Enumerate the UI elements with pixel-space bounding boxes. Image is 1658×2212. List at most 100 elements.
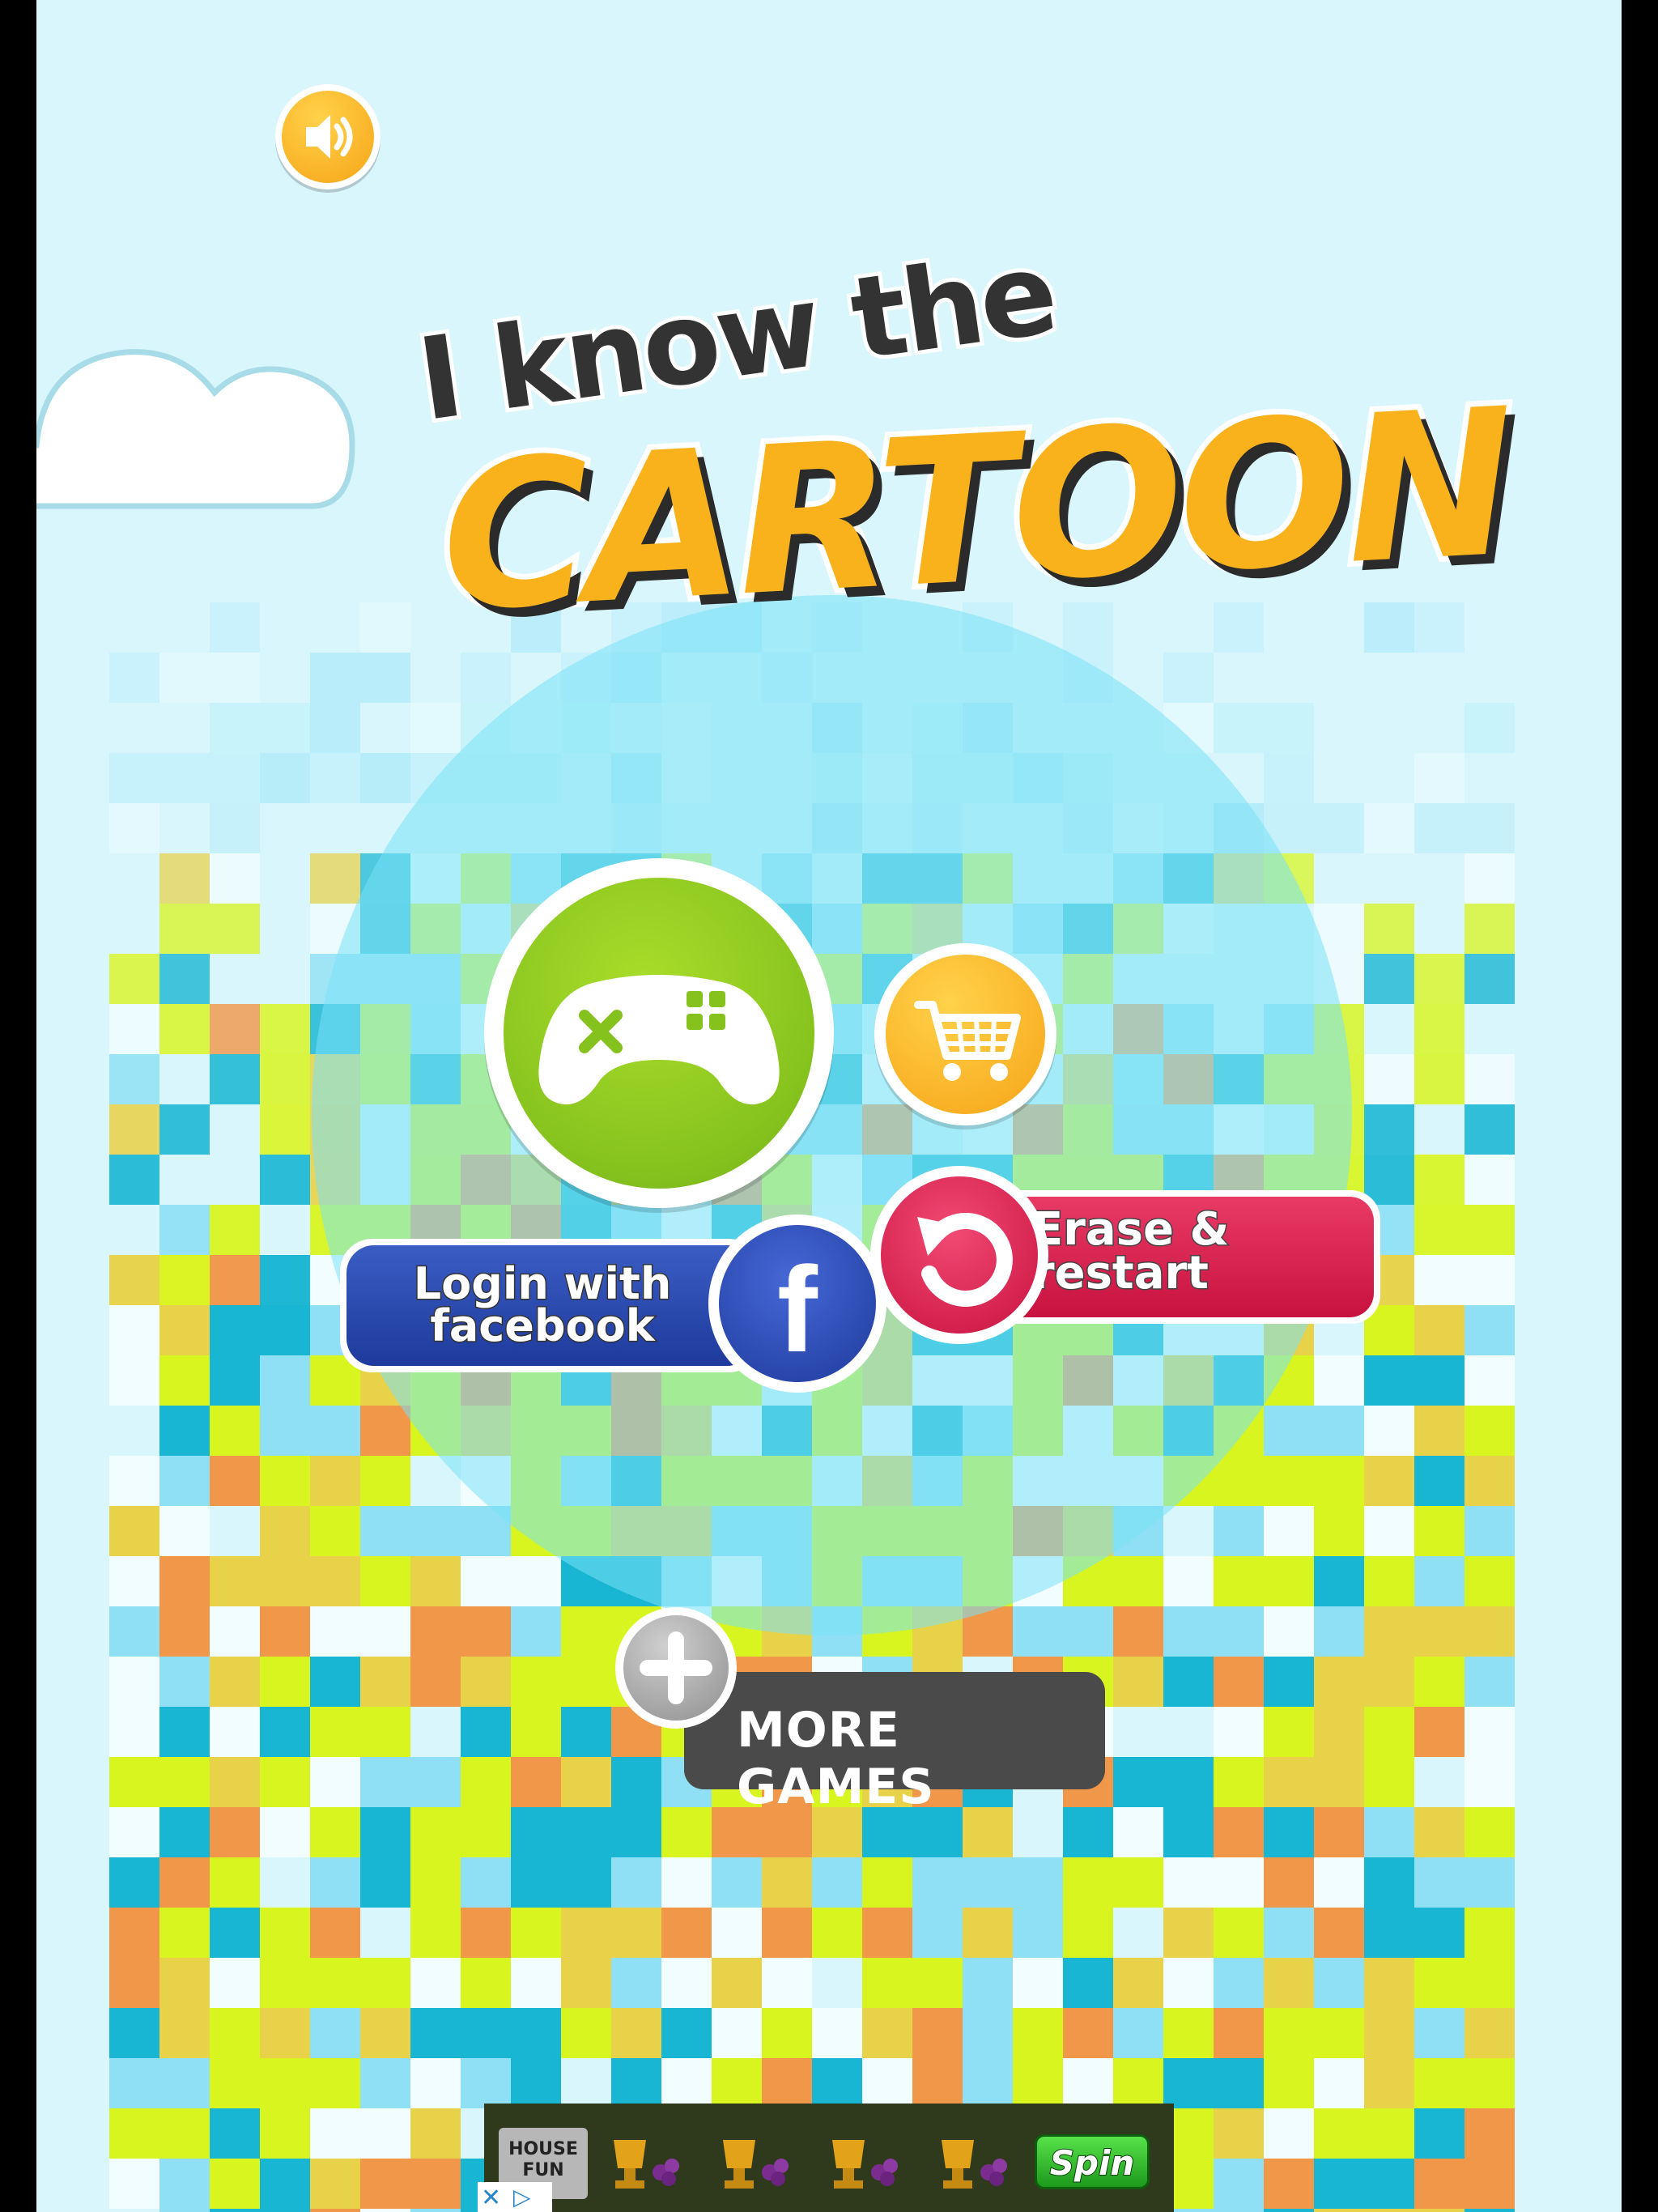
speaker-icon — [306, 115, 353, 159]
mosaic-tile — [360, 1958, 410, 2008]
mosaic-tile — [260, 1355, 310, 1406]
mosaic-tile — [1214, 703, 1264, 753]
mosaic-tile — [1364, 2209, 1414, 2212]
mosaic-tile — [1465, 1556, 1515, 1606]
more-games-button[interactable]: MORE GAMES — [579, 1599, 1113, 1815]
mosaic-tile — [1314, 1355, 1364, 1406]
mosaic-tile — [410, 1556, 461, 1606]
mosaic-tile — [461, 653, 511, 703]
mosaic-tile — [1364, 2058, 1414, 2108]
erase-restart-label: Erase & restart — [1031, 1203, 1231, 1300]
mosaic-tile — [611, 1807, 661, 1857]
mosaic-tile — [109, 1255, 159, 1305]
mosaic-tile — [410, 2108, 461, 2159]
mosaic-tile — [109, 1908, 159, 1958]
sound-toggle-button[interactable] — [275, 84, 380, 189]
mosaic-tile — [1465, 1104, 1515, 1155]
gamepad-icon — [538, 975, 780, 1105]
mosaic-tile — [1314, 1406, 1364, 1456]
mosaic-tile — [1314, 1857, 1364, 1908]
mosaic-tile — [260, 2159, 310, 2209]
mosaic-tile — [159, 753, 210, 803]
mosaic-tile — [109, 753, 159, 803]
mosaic-tile — [862, 2058, 912, 2108]
mosaic-tile — [661, 2008, 712, 2058]
mosaic-tile — [360, 1707, 410, 1757]
mosaic-tile — [1414, 1205, 1465, 1255]
ad-close-icon[interactable]: ✕ — [481, 2184, 501, 2212]
mosaic-tile — [260, 1958, 310, 2008]
mosaic-tile — [360, 1757, 410, 1807]
erase-restart-button[interactable]: Erase & restart — [870, 1166, 1388, 1344]
mosaic-tile — [159, 904, 210, 954]
mosaic-tile — [1264, 1556, 1314, 1606]
mosaic-tile — [1364, 1104, 1414, 1155]
mosaic-tile — [1163, 653, 1214, 703]
mosaic-tile — [159, 1757, 210, 1807]
ad-spin-button[interactable]: Spin — [1035, 2134, 1150, 2189]
mosaic-tile — [1013, 1958, 1063, 2008]
mosaic-tile — [260, 1054, 310, 1104]
mosaic-tile — [360, 1807, 410, 1857]
mosaic-tile — [210, 1857, 260, 1908]
mosaic-tile — [260, 1004, 310, 1054]
mosaic-tile — [1314, 2159, 1364, 2209]
mosaic-tile — [1314, 1506, 1364, 1556]
mosaic-tile — [1214, 2209, 1264, 2212]
mosaic-tile — [210, 853, 260, 904]
play-button[interactable] — [484, 858, 834, 1208]
mosaic-tile — [410, 1757, 461, 1807]
mosaic-tile — [1414, 1456, 1465, 1506]
mosaic-tile — [912, 1908, 963, 1958]
mosaic-tile — [410, 2058, 461, 2108]
shop-button[interactable] — [874, 943, 1056, 1125]
mosaic-tile — [1465, 853, 1515, 904]
mosaic-tile — [1465, 2159, 1515, 2209]
mosaic-tile — [862, 1857, 912, 1908]
mosaic-tile — [260, 1556, 310, 1606]
mosaic-tile — [360, 2209, 410, 2212]
mosaic-tile — [1264, 1707, 1314, 1757]
mosaic-tile — [1414, 1004, 1465, 1054]
facebook-login-button[interactable]: Login with facebook f — [340, 1214, 891, 1401]
ad-banner[interactable]: HOUSE FUN Spin — [484, 2104, 1174, 2212]
ad-info-icon[interactable]: ▷ — [513, 2184, 531, 2210]
mosaic-tile — [109, 954, 159, 1004]
trophy-fruit-icon — [723, 2140, 789, 2189]
mosaic-tile — [1314, 1757, 1364, 1807]
mosaic-tile — [963, 2058, 1013, 2108]
mosaic-tile — [159, 1506, 210, 1556]
mosaic-tile — [1314, 2209, 1364, 2212]
mosaic-tile — [159, 1958, 210, 2008]
mosaic-tile — [1465, 1054, 1515, 1104]
mosaic-tile — [310, 2209, 360, 2212]
mosaic-tile — [210, 1355, 260, 1406]
mosaic-tile — [461, 1958, 511, 2008]
trophy-fruit-icon — [942, 2140, 1007, 2189]
mosaic-tile — [1465, 1606, 1515, 1657]
mosaic-tile — [360, 2058, 410, 2108]
mosaic-tile — [561, 1908, 611, 1958]
mosaic-tile — [561, 2008, 611, 2058]
mosaic-tile — [260, 1707, 310, 1757]
mosaic-tile — [1364, 2159, 1414, 2209]
trophy-fruit-icon — [614, 2140, 679, 2189]
mosaic-tile — [109, 1556, 159, 1606]
plus-icon — [640, 1631, 712, 1704]
mosaic-tile — [260, 1606, 310, 1657]
mosaic-tile — [210, 2108, 260, 2159]
mosaic-tile — [1063, 2008, 1113, 2058]
mosaic-tile — [1214, 1807, 1264, 1857]
mosaic-tile — [1163, 1757, 1214, 1807]
mosaic-tile — [210, 1606, 260, 1657]
ad-controls: ✕ ▷ — [478, 2182, 552, 2212]
mosaic-tile — [1364, 1908, 1414, 1958]
mosaic-tile — [1163, 1657, 1214, 1707]
mosaic-tile — [210, 2058, 260, 2108]
mosaic-tile — [1314, 2108, 1364, 2159]
mosaic-tile — [109, 2058, 159, 2108]
mosaic-tile — [511, 2008, 561, 2058]
mosaic-tile — [1414, 954, 1465, 1004]
mosaic-tile — [511, 1807, 561, 1857]
mosaic-tile — [360, 1556, 410, 1606]
